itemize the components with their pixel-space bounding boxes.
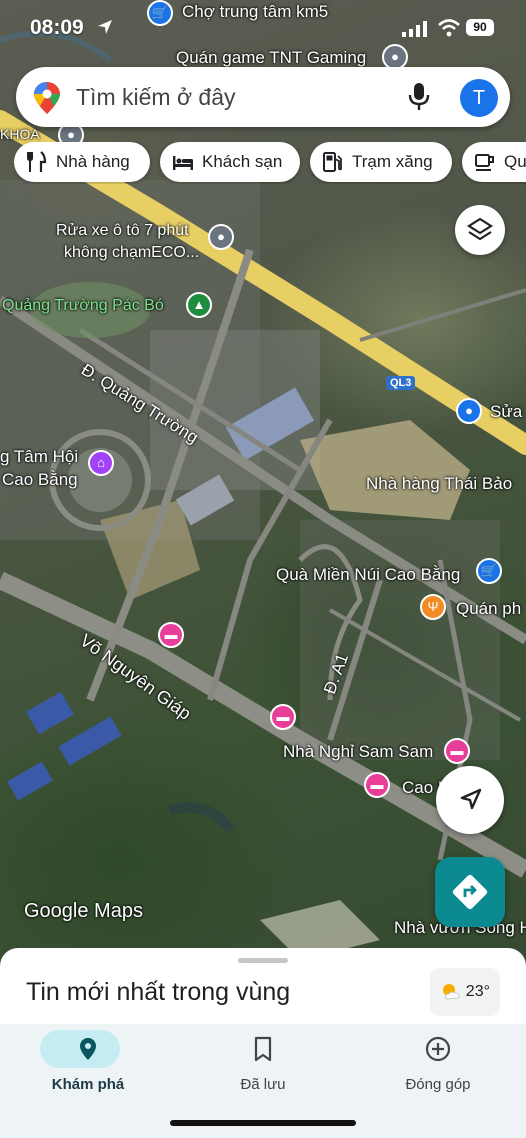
chip-label: Trạm xăng — [352, 152, 433, 171]
navigation-arrow-icon — [460, 788, 482, 810]
directions-icon — [452, 874, 488, 910]
highway-shield: QL3 — [386, 376, 416, 390]
bed-icon — [173, 156, 193, 170]
wifi-icon — [438, 19, 460, 37]
gas-station-icon — [323, 152, 342, 172]
map-label[interactable]: Quà Miền Núi Cao Bằng — [276, 565, 460, 585]
restaurant-poi-icon[interactable]: Ψ — [420, 594, 446, 620]
location-pin-icon — [80, 1038, 96, 1060]
chip-hotels[interactable]: Khách sạn — [160, 142, 300, 182]
map-label-park[interactable]: Quảng Trường Pác Bó — [2, 297, 164, 315]
chip-label: Khách sạn — [202, 152, 283, 171]
google-maps-logo: Google Maps — [24, 900, 143, 922]
sheet-drag-handle[interactable] — [238, 958, 288, 963]
hotel-poi-icon[interactable]: ▬ — [444, 738, 470, 764]
hotel-poi-icon[interactable]: ▬ — [270, 704, 296, 730]
layers-button[interactable] — [455, 205, 505, 255]
park-poi-icon[interactable]: ▲ — [186, 292, 212, 318]
map-label[interactable]: Nhà Nghỉ Sam Sam — [283, 742, 433, 762]
chip-label: Quá — [504, 152, 526, 171]
nav-label: Khám phá — [51, 1076, 125, 1093]
avatar[interactable]: T — [460, 79, 498, 117]
add-circle-icon — [425, 1036, 451, 1062]
map-label[interactable]: Nhà hàng Thái Bảo — [366, 474, 512, 494]
map-label[interactable]: không chạmECO... — [64, 244, 199, 262]
search-input[interactable]: Tìm kiếm ở đây — [76, 84, 236, 111]
location-arrow-icon — [98, 20, 112, 34]
map-label[interactable]: Rửa xe ô tô 7 phút — [56, 222, 189, 240]
chip-restaurants[interactable]: Nhà hàng — [14, 142, 150, 182]
bookmark-icon — [254, 1036, 272, 1062]
microphone-icon[interactable] — [408, 82, 430, 112]
sheet-title: Tin mới nhất trong vùng — [26, 978, 291, 1006]
map-label: KHOA — [0, 126, 40, 142]
status-time: 08:09 — [30, 16, 84, 39]
weather-chip[interactable]: 23° — [430, 968, 500, 1016]
layers-icon — [466, 217, 494, 241]
nav-label: Đã lưu — [240, 1076, 286, 1093]
battery-indicator: 90 — [466, 19, 494, 36]
google-maps-pin-icon — [34, 82, 60, 114]
signal-icon — [402, 21, 427, 37]
fork-knife-icon — [27, 151, 47, 172]
map-label[interactable]: Quán ph — [456, 599, 521, 619]
nav-label: Đóng góp — [405, 1076, 471, 1093]
carwash-poi-icon[interactable]: ● — [208, 224, 234, 250]
map-label[interactable]: Cao Bằng — [2, 470, 78, 490]
chip-label: Nhà hàng — [56, 152, 130, 171]
chip-coffee[interactable]: Quá — [462, 142, 526, 182]
map-label[interactable]: g Tâm Hội — [0, 447, 78, 467]
map-label[interactable]: Sửa — [490, 402, 522, 422]
shopping-poi-icon[interactable]: 🛒 — [476, 558, 502, 584]
temperature: 23° — [465, 983, 490, 1000]
hotel-poi-icon[interactable]: ▬ — [364, 772, 390, 798]
my-location-button[interactable] — [436, 766, 504, 834]
coffee-icon — [475, 154, 494, 171]
repair-poi-icon[interactable]: ● — [456, 398, 482, 424]
chip-gas-stations[interactable]: Trạm xăng — [310, 142, 452, 182]
category-chips: Nhà hàng Khách sạn Trạm xăng Quá — [14, 142, 526, 184]
status-bar: 08:09 90 — [0, 0, 526, 58]
culture-poi-icon[interactable]: ⌂ — [88, 450, 114, 476]
hotel-poi-icon[interactable]: ▬ — [158, 622, 184, 648]
directions-button[interactable] — [435, 857, 505, 927]
partly-cloudy-icon — [443, 984, 460, 1000]
search-bar[interactable]: Tìm kiếm ở đây T — [16, 67, 510, 127]
home-indicator — [170, 1120, 356, 1126]
